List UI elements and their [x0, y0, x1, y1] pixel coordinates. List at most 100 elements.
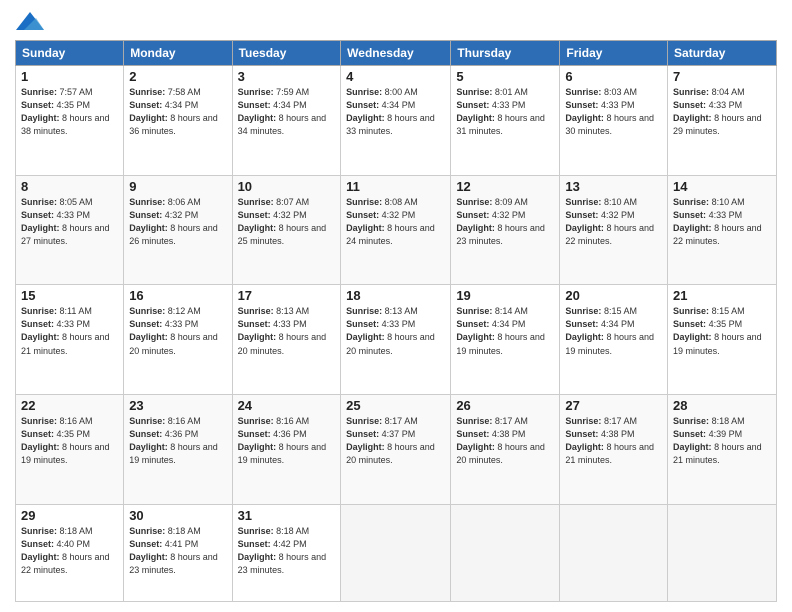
day-number: 18 — [346, 288, 445, 303]
day-header-friday: Friday — [560, 41, 668, 66]
day-number: 29 — [21, 508, 118, 523]
day-number: 4 — [346, 69, 445, 84]
calendar-cell: 31Sunrise: 8:18 AMSunset: 4:42 PMDayligh… — [232, 504, 341, 601]
cell-info: Sunrise: 8:15 AMSunset: 4:34 PMDaylight:… — [565, 305, 662, 357]
calendar-cell: 24 Sunrise: 8:16 AMSunset: 4:36 PMDayligh… — [232, 395, 341, 505]
day-number: 31 — [238, 508, 336, 523]
cell-info: Sunrise: 8:12 AMSunset: 4:33 PMDaylight:… — [129, 305, 226, 357]
calendar-cell: 8 Sunrise: 8:05 AMSunset: 4:33 PMDaylight… — [16, 175, 124, 285]
cell-info: Sunrise: 8:13 AMSunset: 4:33 PMDaylight:… — [346, 305, 445, 357]
calendar-cell — [451, 504, 560, 601]
day-number: 24 — [238, 398, 336, 413]
day-number: 26 — [456, 398, 554, 413]
calendar-cell: 21 Sunrise: 8:15 AMSunset: 4:35 PMDayligh… — [668, 285, 777, 395]
calendar-week-row: 29Sunrise: 8:18 AMSunset: 4:40 PMDayligh… — [16, 504, 777, 601]
calendar-cell: 4 Sunrise: 8:00 AMSunset: 4:34 PMDaylight… — [341, 66, 451, 176]
cell-info: Sunrise: 8:18 AMSunset: 4:41 PMDaylight:… — [129, 525, 226, 577]
calendar-cell: 13Sunrise: 8:10 AMSunset: 4:32 PMDayligh… — [560, 175, 668, 285]
calendar-cell: 7 Sunrise: 8:04 AMSunset: 4:33 PMDaylight… — [668, 66, 777, 176]
day-number: 14 — [673, 179, 771, 194]
logo — [15, 10, 43, 32]
day-number: 22 — [21, 398, 118, 413]
cell-info: Sunrise: 8:17 AMSunset: 4:37 PMDaylight:… — [346, 415, 445, 467]
calendar-cell: 29Sunrise: 8:18 AMSunset: 4:40 PMDayligh… — [16, 504, 124, 601]
calendar-cell: 26 Sunrise: 8:17 AMSunset: 4:38 PMDayligh… — [451, 395, 560, 505]
day-header-tuesday: Tuesday — [232, 41, 341, 66]
day-number: 11 — [346, 179, 445, 194]
cell-info: Sunrise: 8:18 AMSunset: 4:39 PMDaylight:… — [673, 415, 771, 467]
calendar-cell: 9Sunrise: 8:06 AMSunset: 4:32 PMDaylight… — [124, 175, 232, 285]
calendar-header-row: SundayMondayTuesdayWednesdayThursdayFrid… — [16, 41, 777, 66]
cell-info: Sunrise: 8:14 AMSunset: 4:34 PMDaylight:… — [456, 305, 554, 357]
calendar-cell — [668, 504, 777, 601]
calendar-cell: 14 Sunrise: 8:10 AMSunset: 4:33 PMDayligh… — [668, 175, 777, 285]
day-number: 28 — [673, 398, 771, 413]
day-number: 16 — [129, 288, 226, 303]
cell-info: Sunrise: 8:00 AMSunset: 4:34 PMDaylight:… — [346, 86, 445, 138]
cell-info: Sunrise: 8:10 AMSunset: 4:32 PMDaylight:… — [565, 196, 662, 248]
day-header-wednesday: Wednesday — [341, 41, 451, 66]
cell-info: Sunrise: 8:10 AMSunset: 4:33 PMDaylight:… — [673, 196, 771, 248]
calendar-cell — [341, 504, 451, 601]
cell-info: Sunrise: 7:58 AMSunset: 4:34 PMDaylight:… — [129, 86, 226, 138]
calendar-cell: 19 Sunrise: 8:14 AMSunset: 4:34 PMDayligh… — [451, 285, 560, 395]
calendar-cell: 15 Sunrise: 8:11 AMSunset: 4:33 PMDayligh… — [16, 285, 124, 395]
cell-info: Sunrise: 8:17 AMSunset: 4:38 PMDaylight:… — [456, 415, 554, 467]
calendar-cell: 23 Sunrise: 8:16 AMSunset: 4:36 PMDayligh… — [124, 395, 232, 505]
calendar-cell — [560, 504, 668, 601]
day-number: 1 — [21, 69, 118, 84]
calendar-week-row: 22 Sunrise: 8:16 AMSunset: 4:35 PMDayligh… — [16, 395, 777, 505]
calendar-cell: 22 Sunrise: 8:16 AMSunset: 4:35 PMDayligh… — [16, 395, 124, 505]
logo-icon — [16, 10, 44, 32]
calendar-body: 1 Sunrise: 7:57 AMSunset: 4:35 PMDaylight… — [16, 66, 777, 602]
calendar-week-row: 1 Sunrise: 7:57 AMSunset: 4:35 PMDaylight… — [16, 66, 777, 176]
day-number: 19 — [456, 288, 554, 303]
cell-info: Sunrise: 8:07 AMSunset: 4:32 PMDaylight:… — [238, 196, 336, 248]
day-header-monday: Monday — [124, 41, 232, 66]
calendar-week-row: 8 Sunrise: 8:05 AMSunset: 4:33 PMDaylight… — [16, 175, 777, 285]
day-number: 5 — [456, 69, 554, 84]
day-number: 21 — [673, 288, 771, 303]
calendar-cell: 16 Sunrise: 8:12 AMSunset: 4:33 PMDayligh… — [124, 285, 232, 395]
day-number: 23 — [129, 398, 226, 413]
cell-info: Sunrise: 8:11 AMSunset: 4:33 PMDaylight:… — [21, 305, 118, 357]
calendar-cell: 18 Sunrise: 8:13 AMSunset: 4:33 PMDayligh… — [341, 285, 451, 395]
cell-info: Sunrise: 8:06 AMSunset: 4:32 PMDaylight:… — [129, 196, 226, 248]
calendar-table: SundayMondayTuesdayWednesdayThursdayFrid… — [15, 40, 777, 602]
calendar-cell: 2 Sunrise: 7:58 AMSunset: 4:34 PMDaylight… — [124, 66, 232, 176]
day-number: 8 — [21, 179, 118, 194]
day-number: 30 — [129, 508, 226, 523]
cell-info: Sunrise: 8:16 AMSunset: 4:36 PMDaylight:… — [238, 415, 336, 467]
cell-info: Sunrise: 8:15 AMSunset: 4:35 PMDaylight:… — [673, 305, 771, 357]
day-number: 20 — [565, 288, 662, 303]
cell-info: Sunrise: 8:05 AMSunset: 4:33 PMDaylight:… — [21, 196, 118, 248]
calendar-cell: 10Sunrise: 8:07 AMSunset: 4:32 PMDayligh… — [232, 175, 341, 285]
calendar-cell: 27Sunrise: 8:17 AMSunset: 4:38 PMDayligh… — [560, 395, 668, 505]
calendar-cell: 12 Sunrise: 8:09 AMSunset: 4:32 PMDayligh… — [451, 175, 560, 285]
header — [15, 10, 777, 32]
cell-info: Sunrise: 7:57 AMSunset: 4:35 PMDaylight:… — [21, 86, 118, 138]
logo-text — [15, 10, 45, 32]
cell-info: Sunrise: 8:16 AMSunset: 4:36 PMDaylight:… — [129, 415, 226, 467]
day-number: 7 — [673, 69, 771, 84]
cell-info: Sunrise: 8:16 AMSunset: 4:35 PMDaylight:… — [21, 415, 118, 467]
calendar-cell: 1 Sunrise: 7:57 AMSunset: 4:35 PMDaylight… — [16, 66, 124, 176]
calendar-cell: 20 Sunrise: 8:15 AMSunset: 4:34 PMDayligh… — [560, 285, 668, 395]
day-number: 15 — [21, 288, 118, 303]
day-number: 17 — [238, 288, 336, 303]
cell-info: Sunrise: 8:09 AMSunset: 4:32 PMDaylight:… — [456, 196, 554, 248]
day-number: 12 — [456, 179, 554, 194]
calendar-cell: 30 Sunrise: 8:18 AMSunset: 4:41 PMDayligh… — [124, 504, 232, 601]
day-number: 25 — [346, 398, 445, 413]
day-header-sunday: Sunday — [16, 41, 124, 66]
page: SundayMondayTuesdayWednesdayThursdayFrid… — [0, 0, 792, 612]
calendar-cell: 28 Sunrise: 8:18 AMSunset: 4:39 PMDayligh… — [668, 395, 777, 505]
cell-info: Sunrise: 8:01 AMSunset: 4:33 PMDaylight:… — [456, 86, 554, 138]
cell-info: Sunrise: 7:59 AMSunset: 4:34 PMDaylight:… — [238, 86, 336, 138]
cell-info: Sunrise: 8:03 AMSunset: 4:33 PMDaylight:… — [565, 86, 662, 138]
day-number: 2 — [129, 69, 226, 84]
cell-info: Sunrise: 8:04 AMSunset: 4:33 PMDaylight:… — [673, 86, 771, 138]
day-header-saturday: Saturday — [668, 41, 777, 66]
cell-info: Sunrise: 8:08 AMSunset: 4:32 PMDaylight:… — [346, 196, 445, 248]
day-number: 6 — [565, 69, 662, 84]
